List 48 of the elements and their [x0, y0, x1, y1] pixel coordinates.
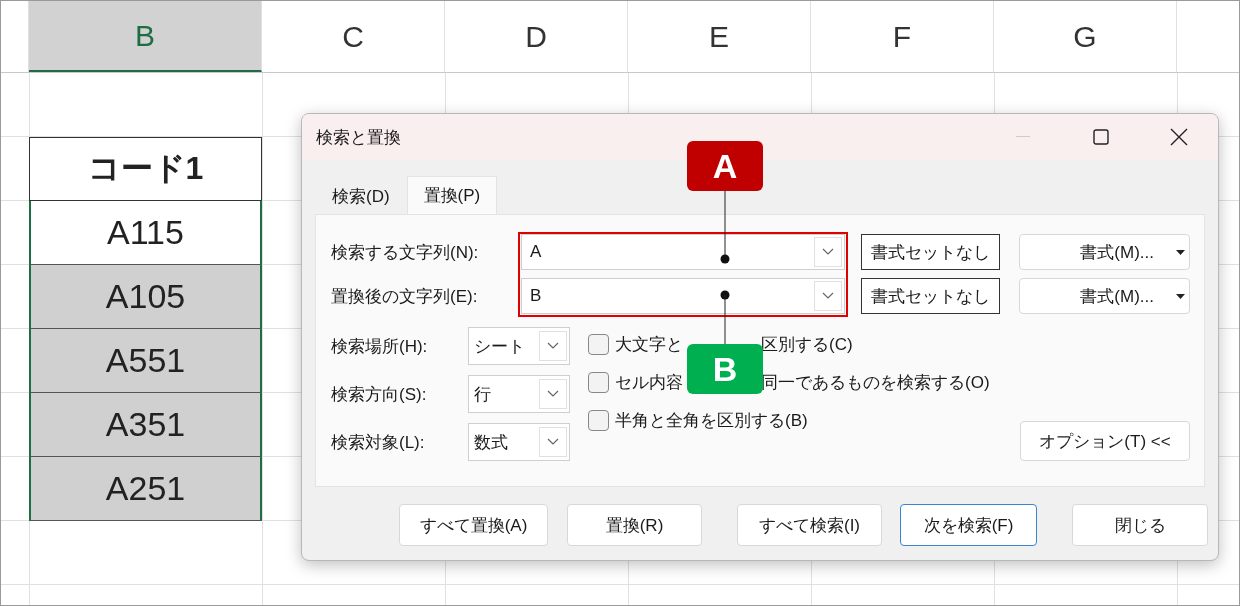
- maximize-icon[interactable]: [1093, 129, 1109, 145]
- dialog-button[interactable]: すべて置換(A): [399, 504, 548, 546]
- leader-line: [720, 290, 730, 346]
- tab[interactable]: 置換(P): [406, 176, 498, 214]
- table-cell: A105: [29, 265, 262, 329]
- checkbox[interactable]: [588, 333, 609, 355]
- checkbox[interactable]: [588, 371, 609, 393]
- window-title: 検索と置換: [316, 126, 402, 149]
- checkbox-label: 半角と全角を区別する(B): [615, 409, 808, 432]
- caret-icon: [1176, 249, 1185, 255]
- options-button[interactable]: オプション(T) <<: [1020, 421, 1190, 461]
- field-label: 検索場所(H):: [331, 335, 429, 358]
- dialog-button[interactable]: 次を検索(F): [900, 504, 1037, 546]
- format-button[interactable]: 書式(M)...: [1018, 234, 1190, 270]
- checkbox[interactable]: [588, 409, 609, 431]
- callout-badge: B: [687, 344, 763, 394]
- field-label: 検索対象(L):: [331, 431, 426, 454]
- column-header[interactable]: B: [29, 1, 262, 72]
- caret-icon: [1176, 293, 1185, 299]
- chevron-down-icon: [547, 438, 559, 446]
- table-cell: A115: [29, 201, 262, 265]
- field-label: 検索方向(S):: [331, 383, 428, 406]
- table-cell: A351: [29, 393, 262, 457]
- checkbox-label: セル内容: [615, 371, 683, 394]
- field-label: 検索する文字列(N):: [331, 241, 480, 264]
- chevron-down-icon: [547, 390, 559, 398]
- checkbox-label: 大文字と: [615, 333, 683, 356]
- dialog-button[interactable]: すべて検索(I): [737, 504, 882, 546]
- table-header-cell: コード1: [29, 137, 262, 201]
- dropdown-field[interactable]: 数式: [468, 423, 570, 461]
- chevron-down-icon: [822, 292, 834, 300]
- combo-field[interactable]: A: [521, 234, 845, 270]
- clear-format-button[interactable]: 書式セットなし: [861, 278, 1000, 314]
- checkbox-label: 区別する(C): [761, 333, 853, 356]
- dialog-button[interactable]: 閉じる: [1072, 504, 1208, 546]
- dropdown-field[interactable]: 行: [468, 375, 570, 413]
- combo-field[interactable]: B: [521, 278, 845, 314]
- table-cell: A251: [29, 457, 262, 521]
- format-button[interactable]: 書式(M)...: [1018, 278, 1190, 314]
- table-cell: A551: [29, 329, 262, 393]
- dropdown-field[interactable]: シート: [468, 327, 570, 365]
- chevron-down-icon: [822, 248, 834, 256]
- close-icon[interactable]: [1170, 128, 1188, 146]
- clear-format-button[interactable]: 書式セットなし: [861, 234, 1000, 270]
- callout-badge: A: [687, 141, 763, 191]
- dialog-button[interactable]: 置換(R): [567, 504, 702, 546]
- chevron-down-icon: [547, 342, 559, 350]
- field-label: 置換後の文字列(E):: [331, 285, 479, 308]
